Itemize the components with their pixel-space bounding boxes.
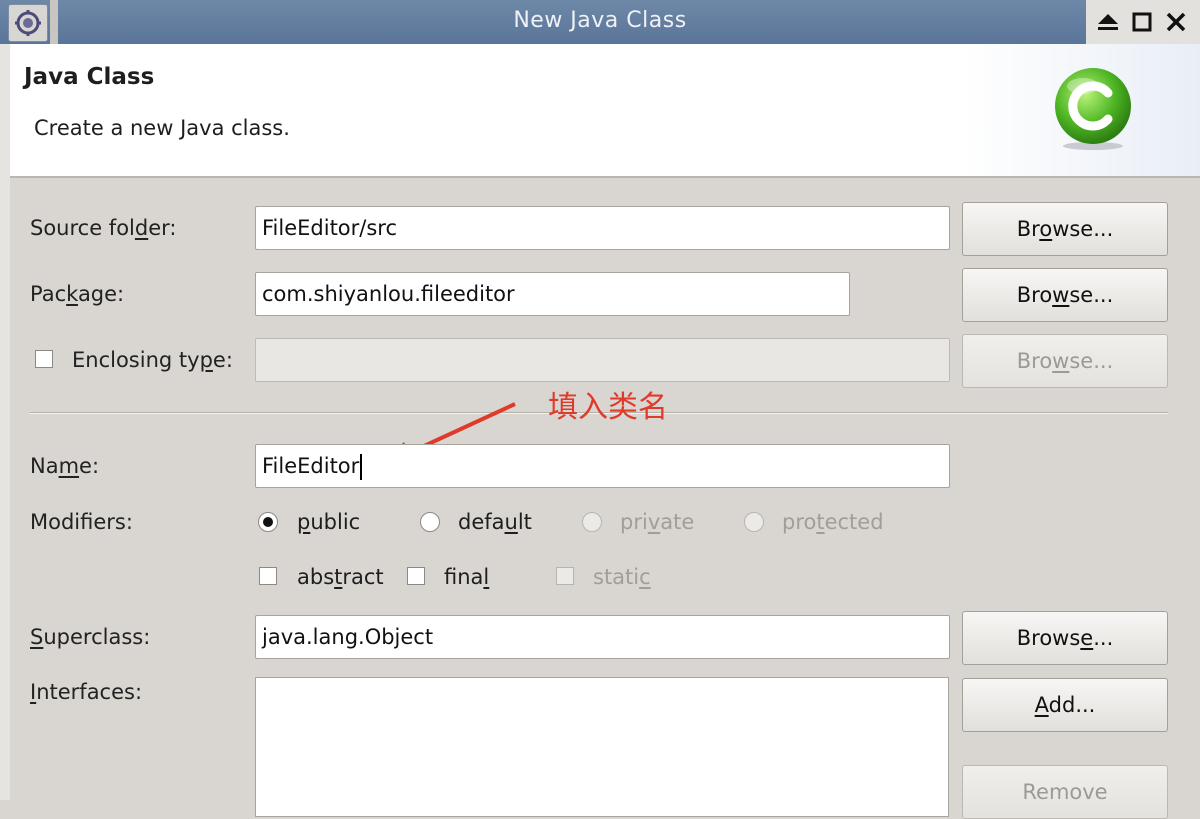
wizard-title: Java Class <box>24 64 155 90</box>
static-label: static <box>593 565 651 589</box>
opt-mnemonic: c <box>639 565 651 589</box>
default-radio[interactable] <box>420 512 440 532</box>
opt-post: ract <box>342 565 384 589</box>
browse-label-pre: Br <box>1016 217 1040 241</box>
browse-label-mnemonic: o <box>1039 217 1053 241</box>
browse-label-post: ... <box>1093 626 1114 650</box>
final-checkbox[interactable] <box>407 567 425 585</box>
enclosing-type-input[interactable] <box>255 338 950 382</box>
browse-label-post: wse... <box>1052 217 1114 241</box>
public-radio[interactable] <box>258 512 278 532</box>
browse-label-mnemonic: w <box>1052 283 1070 307</box>
opt-post: ate <box>660 510 695 534</box>
superclass-browse-button[interactable]: Browse... <box>962 611 1168 665</box>
maximize-icon[interactable] <box>1128 9 1156 35</box>
opt-post: ected <box>824 510 884 534</box>
java-class-icon <box>1055 68 1131 150</box>
enclosing-type-label: Enclosing type: <box>72 348 233 372</box>
add-interface-button[interactable]: Add... <box>962 678 1168 732</box>
superclass-label-post: uperclass: <box>43 625 151 649</box>
opt-mnemonic: t <box>816 510 825 534</box>
protected-radio[interactable] <box>744 512 764 532</box>
enclosing-type-checkbox[interactable] <box>35 350 53 368</box>
name-input-value: FileEditor <box>262 454 360 478</box>
superclass-label-mnemonic: S <box>30 625 44 649</box>
title-bar: New Java Class <box>0 0 1200 45</box>
browse-label-pre: Bro <box>1016 349 1053 373</box>
browse-label-pre: Bro <box>1016 283 1053 307</box>
opt-post: ublic <box>310 510 361 534</box>
remove-interface-button[interactable]: Remove <box>962 765 1168 819</box>
opt-mnemonic: p <box>297 510 311 534</box>
browse-label-pre: Brows <box>1016 626 1081 650</box>
superclass-input[interactable]: java.lang.Object <box>255 615 950 659</box>
private-radio[interactable] <box>582 512 602 532</box>
opt-pre: pro <box>782 510 817 534</box>
name-label: Name: <box>30 454 99 478</box>
opt-pre: abs <box>297 565 335 589</box>
browse-label-post: se... <box>1069 349 1114 373</box>
opt-pre: fina <box>444 565 484 589</box>
static-checkbox[interactable] <box>556 567 574 585</box>
abstract-label: abstract <box>297 565 384 589</box>
opt-pre: stati <box>593 565 640 589</box>
superclass-label: Superclass: <box>30 625 150 649</box>
shade-icon[interactable] <box>1094 9 1122 35</box>
package-label-pre: Pac <box>30 282 67 306</box>
default-label: default <box>458 510 532 534</box>
source-folder-label: Source folder: <box>30 216 177 240</box>
text-cursor <box>360 454 363 480</box>
wizard-description: Create a new Java class. <box>34 116 290 140</box>
source-folder-label-mnemonic: d <box>134 216 149 240</box>
window-title: New Java Class <box>513 8 687 33</box>
close-icon[interactable] <box>1162 9 1190 35</box>
package-browse-button[interactable]: Browse... <box>962 268 1168 322</box>
final-label: final <box>444 565 489 589</box>
package-label-post: age: <box>77 282 125 306</box>
package-input[interactable]: com.shiyanlou.fileeditor <box>255 272 850 316</box>
source-folder-label-pre: Source fol <box>30 216 135 240</box>
opt-mnemonic: u <box>504 510 518 534</box>
interfaces-label-post: nterfaces: <box>36 680 143 704</box>
browse-label-mnemonic: w <box>1052 349 1070 373</box>
opt-mnemonic: l <box>483 565 490 589</box>
private-label: private <box>620 510 694 534</box>
window-controls <box>1086 0 1200 44</box>
annotation-text: 填入类名 <box>548 390 668 425</box>
enclosing-type-browse-button[interactable]: Browse... <box>962 334 1168 388</box>
opt-mnemonic: v <box>647 510 661 534</box>
opt-pre: defa <box>458 510 505 534</box>
enclosing-type-label-mnemonic: p <box>199 348 213 372</box>
interfaces-label: Interfaces: <box>30 680 142 704</box>
name-label-mnemonic: m <box>58 454 80 478</box>
wizard-header: Java Class Create a new Java class. <box>10 44 1200 178</box>
source-folder-label-post: er: <box>148 216 177 240</box>
browse-label-post: se... <box>1069 283 1114 307</box>
protected-label: protected <box>782 510 884 534</box>
browse-label-mnemonic: e <box>1080 626 1094 650</box>
name-input[interactable]: FileEditor <box>255 444 950 488</box>
name-label-pre: Na <box>30 454 59 478</box>
public-label: public <box>297 510 360 534</box>
opt-post: lt <box>517 510 532 534</box>
enclosing-type-label-pre: Enclosing ty <box>72 348 200 372</box>
add-label-post: dd... <box>1048 693 1096 717</box>
source-folder-browse-button[interactable]: Browse... <box>962 202 1168 256</box>
package-label-mnemonic: k <box>66 282 78 306</box>
window-left-frame <box>0 44 10 800</box>
modifiers-label: Modifiers: <box>30 510 133 534</box>
package-label: Package: <box>30 282 124 306</box>
interfaces-list[interactable] <box>255 677 949 817</box>
opt-pre: pri <box>620 510 648 534</box>
enclosing-type-label-post: e: <box>212 348 233 372</box>
add-label-mnemonic: A <box>1034 693 1049 717</box>
name-label-post: e: <box>79 454 100 478</box>
source-folder-input[interactable]: FileEditor/src <box>255 206 950 250</box>
abstract-checkbox[interactable] <box>259 567 277 585</box>
